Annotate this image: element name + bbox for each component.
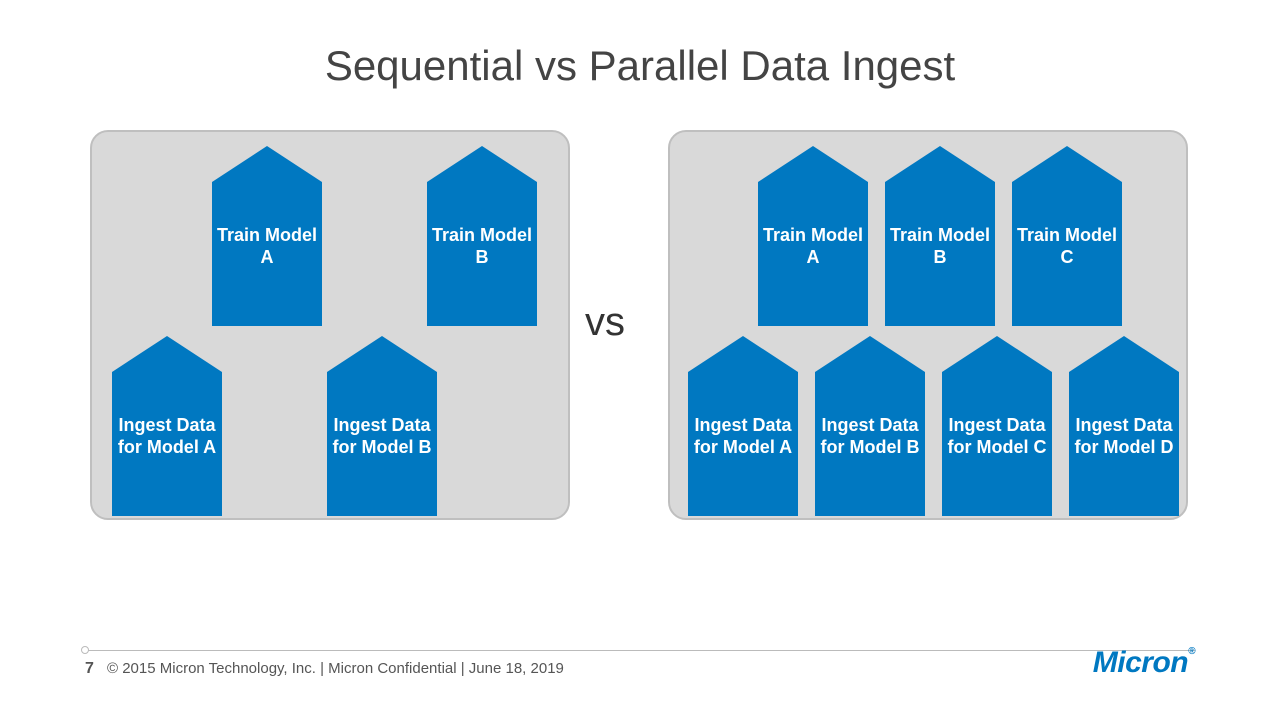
arrow-label: Train Model A xyxy=(758,225,868,268)
train-arrow: Train Model A xyxy=(212,146,322,326)
ingest-arrow: Ingest Data for Model B xyxy=(327,336,437,516)
ingest-arrow: Ingest Data for Model B xyxy=(815,336,925,516)
train-arrow: Train Model B xyxy=(885,146,995,326)
sequential-panel: Train Model A Train Model B Ingest Data … xyxy=(90,130,570,520)
parallel-panel: Train Model A Train Model B Train Model … xyxy=(668,130,1188,520)
slide: Sequential vs Parallel Data Ingest Train… xyxy=(0,0,1280,720)
ingest-arrow: Ingest Data for Model A xyxy=(688,336,798,516)
arrow-label: Ingest Data for Model D xyxy=(1069,415,1179,458)
micron-logo: Micron® xyxy=(1093,646,1195,680)
arrow-label: Train Model B xyxy=(885,225,995,268)
page-number: 7 xyxy=(85,660,94,678)
arrow-label: Train Model C xyxy=(1012,225,1122,268)
arrow-label: Ingest Data for Model A xyxy=(112,415,222,458)
arrow-label: Train Model B xyxy=(427,225,537,268)
train-arrow: Train Model B xyxy=(427,146,537,326)
train-arrow: Train Model C xyxy=(1012,146,1122,326)
footer-dot-icon xyxy=(81,646,89,654)
footer-copyright: © 2015 Micron Technology, Inc. | Micron … xyxy=(107,660,564,677)
ingest-arrow: Ingest Data for Model C xyxy=(942,336,1052,516)
footer: 7 © 2015 Micron Technology, Inc. | Micro… xyxy=(85,650,1195,690)
train-arrow: Train Model A xyxy=(758,146,868,326)
arrow-label: Ingest Data for Model B xyxy=(327,415,437,458)
ingest-arrow: Ingest Data for Model D xyxy=(1069,336,1179,516)
logo-text: Micron xyxy=(1093,646,1188,679)
vs-label: vs xyxy=(585,300,625,345)
ingest-arrow: Ingest Data for Model A xyxy=(112,336,222,516)
arrow-label: Ingest Data for Model A xyxy=(688,415,798,458)
arrow-label: Ingest Data for Model B xyxy=(815,415,925,458)
registered-icon: ® xyxy=(1188,646,1195,657)
arrow-label: Ingest Data for Model C xyxy=(942,415,1052,458)
arrow-label: Train Model A xyxy=(212,225,322,268)
footer-rule xyxy=(85,650,1195,651)
slide-title: Sequential vs Parallel Data Ingest xyxy=(0,42,1280,90)
